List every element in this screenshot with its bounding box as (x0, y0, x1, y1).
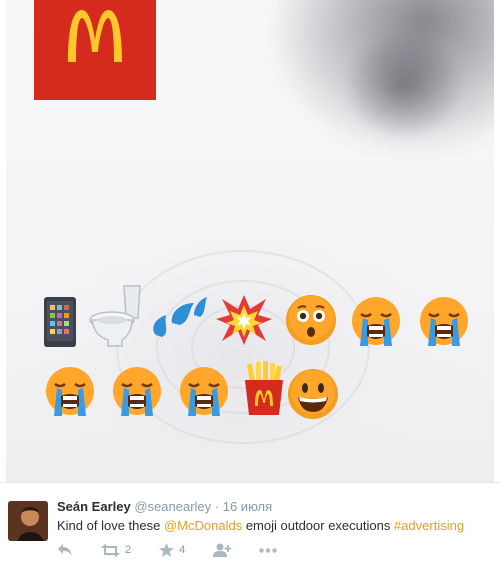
collision-emoji (214, 293, 274, 352)
favorite-count: 4 (179, 544, 186, 556)
grinning-face-emoji (287, 368, 339, 425)
tweet-header: Seán Earley @seanearley · 16 июля (57, 499, 272, 514)
mcdonalds-logo (34, 0, 156, 100)
loudly-crying-face-emoji (177, 366, 231, 425)
mobile-phone-emoji (43, 296, 77, 353)
tree-shadow-secondary (344, 30, 464, 140)
favorite-button[interactable]: 4 (159, 543, 185, 557)
author-name[interactable]: Seán Earley (57, 499, 131, 514)
tweet-card: Seán Earley @seanearley · 16 июля Kind o… (0, 0, 500, 575)
tweet-photo[interactable] (6, 0, 494, 482)
avatar[interactable] (8, 501, 48, 541)
header-separator: · (214, 499, 220, 514)
hashtag-link[interactable]: #advertising (394, 518, 464, 533)
retweet-count: 2 (125, 544, 132, 556)
french-fries-emoji (242, 360, 286, 421)
retweet-icon (101, 543, 120, 557)
reply-icon (58, 544, 72, 556)
tweet-text-prefix: Kind of love these (57, 518, 164, 533)
follow-button[interactable] (213, 543, 232, 557)
loudly-crying-face-emoji (349, 296, 403, 355)
more-button[interactable] (259, 547, 277, 553)
tweet-text: Kind of love these @McDonalds emoji outd… (57, 518, 464, 533)
loudly-crying-face-emoji (417, 296, 471, 355)
tweet-date[interactable]: 16 июля (223, 499, 272, 514)
retweet-button[interactable]: 2 (101, 543, 132, 557)
mention-link[interactable]: @McDonalds (164, 518, 242, 533)
star-icon (159, 543, 175, 557)
reply-button[interactable] (57, 543, 73, 557)
tweet-actions: 2 4 (57, 541, 305, 559)
tweet-text-middle: emoji outdoor executions (242, 518, 394, 533)
sweat-droplets-emoji (150, 295, 208, 344)
author-handle[interactable]: @seanearley (134, 499, 211, 514)
loudly-crying-face-emoji (43, 366, 97, 425)
tweet-body: Seán Earley @seanearley · 16 июля Kind o… (0, 483, 500, 575)
toilet-emoji (88, 284, 144, 355)
loudly-crying-face-emoji (110, 366, 164, 425)
more-icon (259, 547, 277, 553)
golden-arches-icon (68, 10, 122, 62)
follow-icon (213, 543, 232, 557)
hushed-face-emoji (285, 294, 337, 351)
avatar-portrait-icon (8, 501, 48, 541)
